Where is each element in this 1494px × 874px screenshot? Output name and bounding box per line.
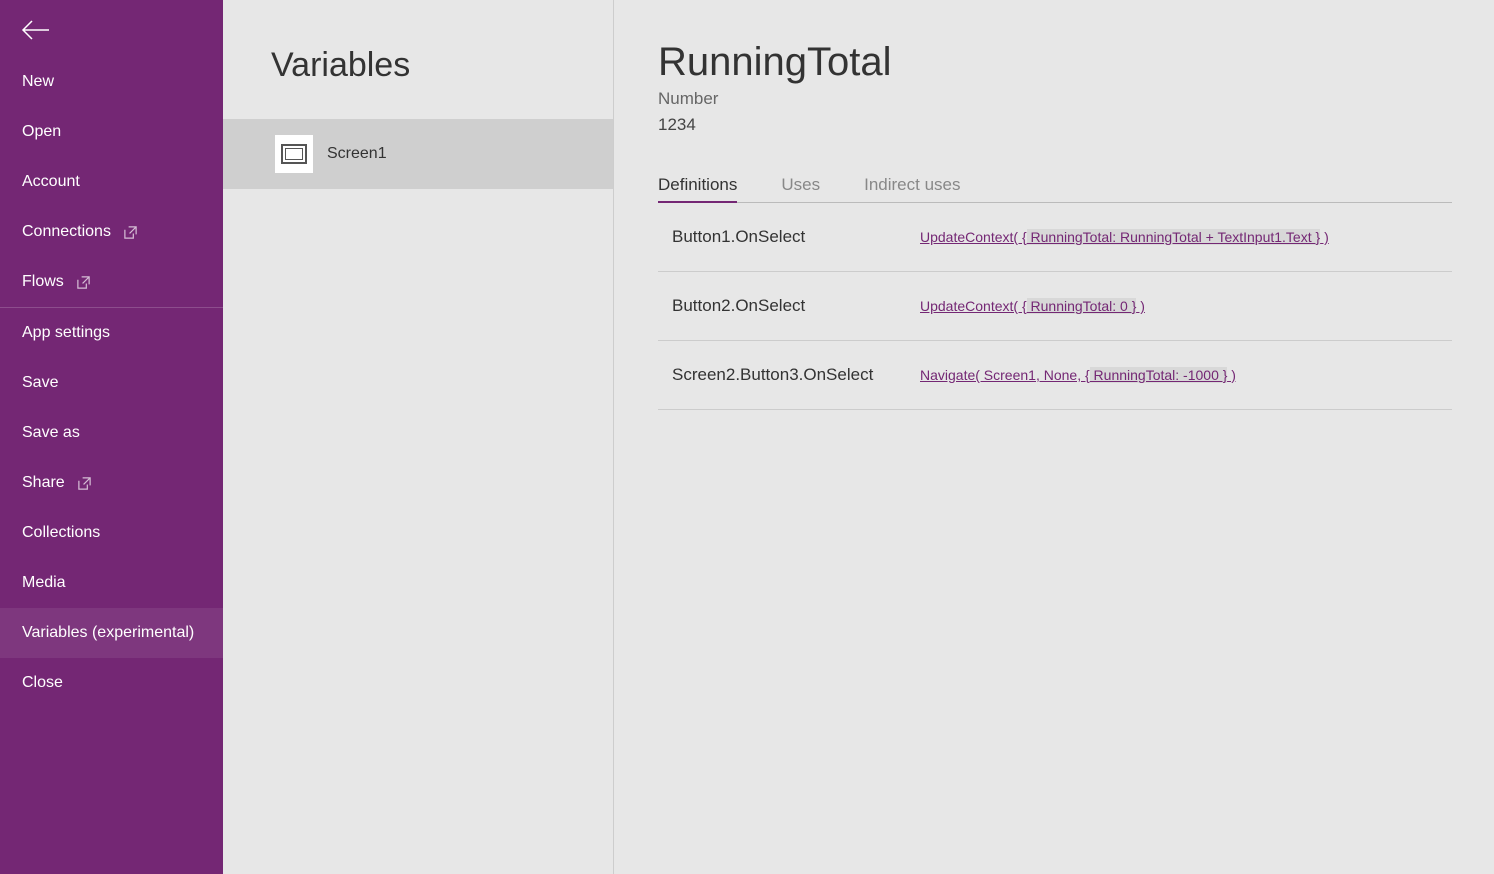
sidebar-item-label: Save as — [22, 424, 80, 442]
sidebar-item-label: Save — [22, 374, 58, 392]
definition-formula-link[interactable]: UpdateContext( { RunningTotal: 0 } ) — [920, 298, 1145, 314]
sidebar-item-label: Close — [22, 674, 63, 692]
sidebar-item-label: Media — [22, 574, 66, 592]
back-button[interactable] — [0, 0, 223, 57]
detail-tabs: Definitions Uses Indirect uses — [658, 175, 1452, 203]
tab-definitions[interactable]: Definitions — [658, 175, 737, 203]
external-link-icon — [123, 225, 138, 240]
sidebar-item-save-as[interactable]: Save as — [0, 408, 223, 458]
sidebar-item-label: Collections — [22, 524, 100, 542]
variable-detail-panel: RunningTotal Number 1234 Definitions Uses… — [614, 0, 1494, 874]
sidebar-item-save[interactable]: Save — [0, 358, 223, 408]
variables-list-panel: Variables Screen1 — [223, 0, 614, 874]
sidebar-item-connections[interactable]: Connections — [0, 207, 223, 257]
sidebar-item-label: Connections — [22, 223, 111, 241]
sidebar-item-label: Open — [22, 123, 61, 141]
variable-type: Number — [658, 89, 1452, 109]
variable-value: 1234 — [658, 115, 1452, 135]
sidebar-item-label: Share — [22, 474, 65, 492]
sidebar-item-label: New — [22, 73, 54, 91]
definition-source: Button1.OnSelect — [672, 227, 920, 247]
external-link-icon — [76, 275, 91, 290]
external-link-icon — [77, 476, 92, 491]
definition-row: Button1.OnSelectUpdateContext( { Running… — [658, 203, 1452, 272]
definition-row: Button2.OnSelectUpdateContext( { Running… — [658, 272, 1452, 341]
screen-list-item[interactable]: Screen1 — [223, 119, 613, 189]
definition-source: Button2.OnSelect — [672, 296, 920, 316]
definition-source: Screen2.Button3.OnSelect — [672, 365, 920, 385]
definition-formula-link[interactable]: UpdateContext( { RunningTotal: RunningTo… — [920, 229, 1329, 245]
sidebar: New Open Account Connections Flows App settin… — [0, 0, 223, 874]
screen-label: Screen1 — [327, 145, 387, 163]
sidebar-item-collections[interactable]: Collections — [0, 508, 223, 558]
tab-uses[interactable]: Uses — [781, 175, 820, 202]
sidebar-item-account[interactable]: Account — [0, 157, 223, 207]
sidebar-item-label: Account — [22, 173, 80, 191]
sidebar-item-label: App settings — [22, 324, 110, 342]
tab-indirect-uses[interactable]: Indirect uses — [864, 175, 960, 202]
variable-name: RunningTotal — [658, 40, 1452, 85]
sidebar-item-flows[interactable]: Flows — [0, 257, 223, 307]
sidebar-item-app-settings[interactable]: App settings — [0, 308, 223, 358]
sidebar-item-new[interactable]: New — [0, 57, 223, 107]
sidebar-item-label: Variables (experimental) — [22, 624, 194, 642]
sidebar-item-media[interactable]: Media — [0, 558, 223, 608]
sidebar-item-variables-experimental-[interactable]: Variables (experimental) — [0, 608, 223, 658]
sidebar-item-share[interactable]: Share — [0, 458, 223, 508]
definition-formula-link[interactable]: Navigate( Screen1, None, { RunningTotal:… — [920, 367, 1236, 383]
sidebar-item-label: Flows — [22, 273, 64, 291]
back-arrow-icon — [20, 18, 50, 42]
panel-title: Variables — [223, 0, 613, 119]
sidebar-item-close[interactable]: Close — [0, 658, 223, 708]
sidebar-item-open[interactable]: Open — [0, 107, 223, 157]
definition-row: Screen2.Button3.OnSelectNavigate( Screen… — [658, 341, 1452, 410]
screen-icon — [275, 135, 313, 173]
